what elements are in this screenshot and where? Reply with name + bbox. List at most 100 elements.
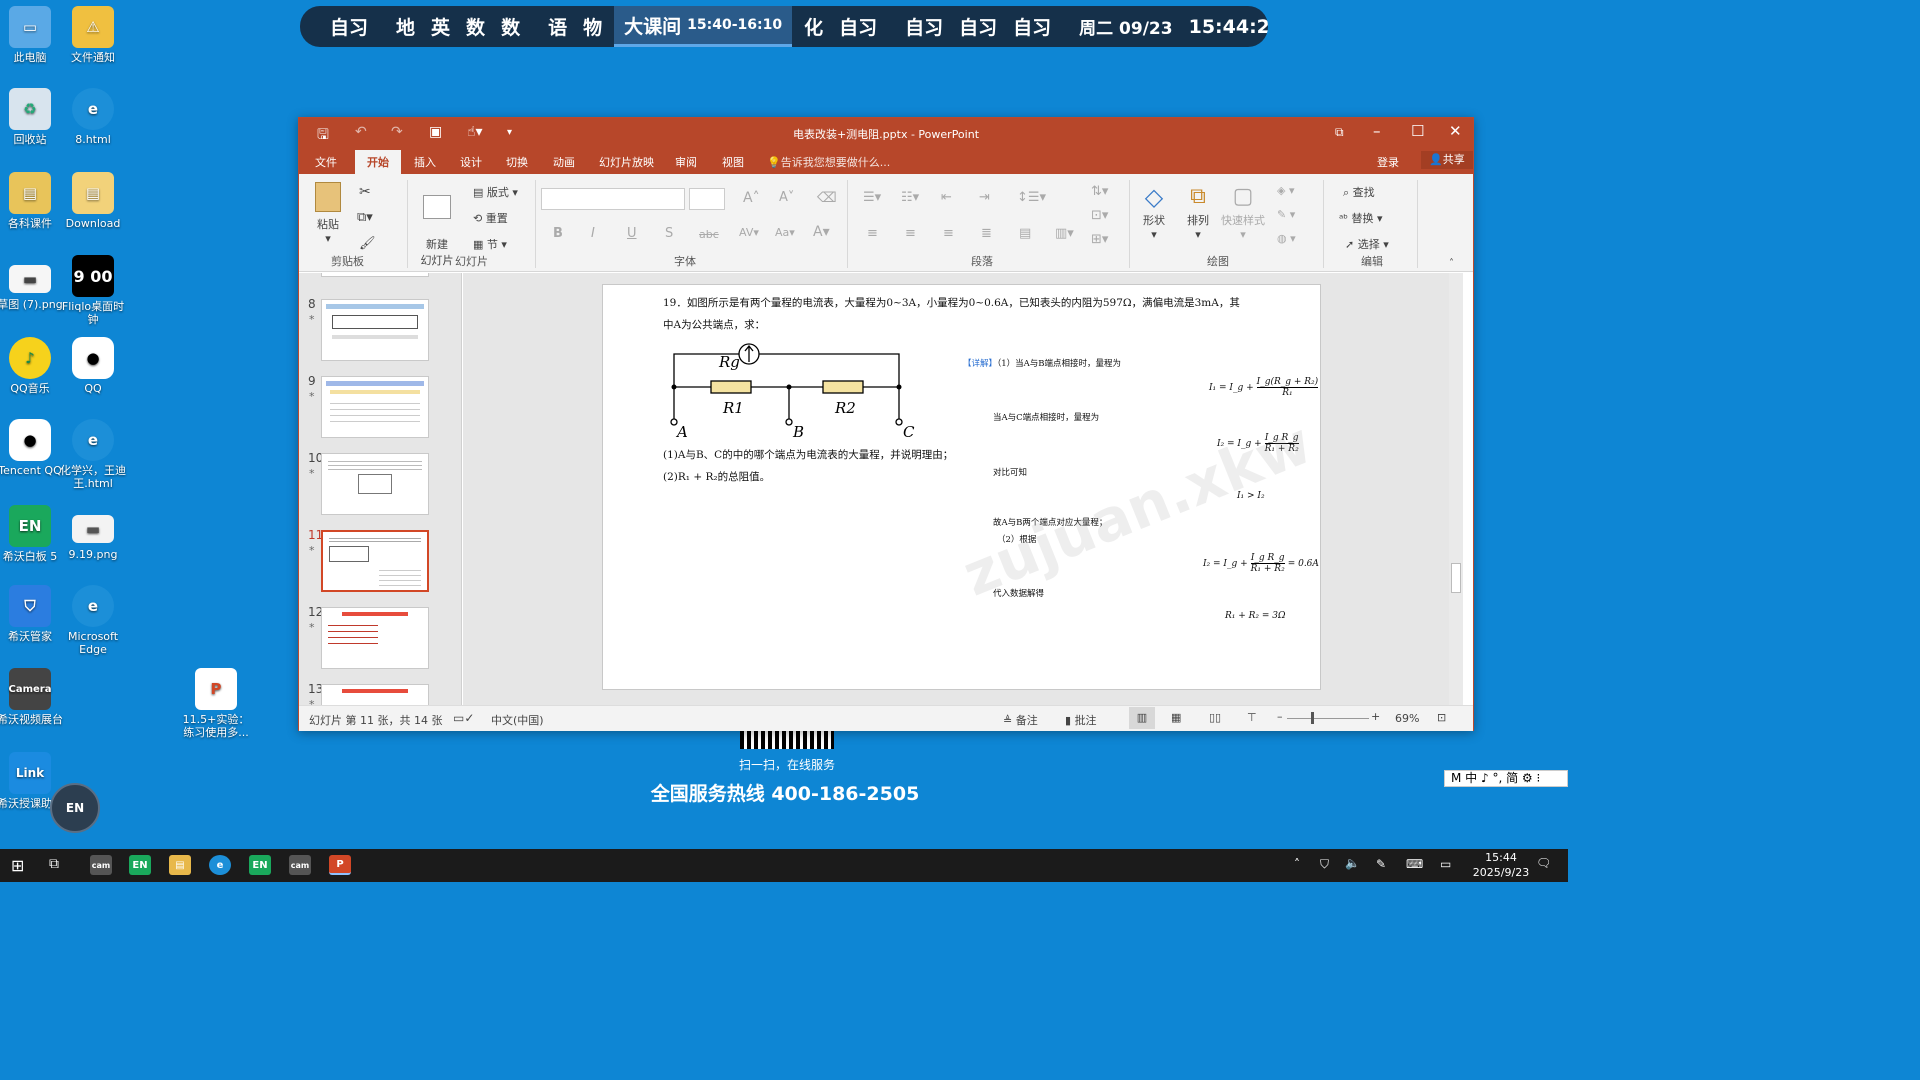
slide-thumbnail[interactable] <box>321 299 429 361</box>
comments-button[interactable]: ▮ 批注 <box>1065 712 1097 728</box>
shield-tray-icon[interactable]: ⛉ <box>1320 857 1329 872</box>
tab-insert[interactable]: 插入 <box>414 154 436 170</box>
underline-icon[interactable]: U <box>627 226 637 241</box>
notes-button[interactable]: ≜ 备注 <box>1003 712 1038 728</box>
shape-fill-icon[interactable]: ◈ ▾ <box>1277 184 1294 197</box>
tab-animations[interactable]: 动画 <box>553 154 575 170</box>
smartart-icon[interactable]: ⊞▾ <box>1091 232 1108 247</box>
login-link[interactable]: 登录 <box>1377 154 1399 170</box>
italic-icon[interactable]: I <box>591 226 595 241</box>
task-view-icon[interactable]: ⧉ <box>49 856 59 872</box>
tab-home[interactable]: 开始 <box>355 150 401 174</box>
font-size-input[interactable] <box>689 188 725 210</box>
format-painter-icon[interactable]: 🖌 <box>359 236 376 251</box>
zoom-level[interactable]: 69% <box>1395 712 1419 725</box>
fit-to-window-icon[interactable]: ⊡ <box>1437 711 1446 724</box>
shadow-icon[interactable]: S <box>665 226 673 241</box>
grow-font-icon[interactable]: A˄ <box>743 190 760 206</box>
zoom-in-icon[interactable]: + <box>1371 710 1380 723</box>
camera-app-icon[interactable]: cam <box>90 855 112 875</box>
section-button[interactable]: ▦ 节 ▾ <box>473 236 507 252</box>
camera-app-icon[interactable]: cam <box>289 855 311 875</box>
distribute-icon[interactable]: ▤ <box>1019 226 1031 241</box>
tab-design[interactable]: 设计 <box>460 154 482 170</box>
desktop-icon-8-html[interactable]: e 8.html <box>57 88 129 146</box>
reading-view-icon[interactable]: ▯▯ <box>1209 711 1221 724</box>
maximize-icon[interactable]: ☐ <box>1411 122 1424 140</box>
reset-button[interactable]: ⟲ 重置 <box>473 210 508 226</box>
file-explorer-icon[interactable]: ▤ <box>169 855 191 875</box>
quick-styles-button[interactable]: ▢ 快速样式 ▾ <box>1221 182 1265 241</box>
floating-en-button[interactable]: EN <box>50 783 100 833</box>
display-icon[interactable]: ▭ <box>1440 857 1451 871</box>
ime-toolbar[interactable]: M 中 ♪ °, 简 ⚙ ⁝ <box>1444 770 1568 787</box>
desktop-icon-practice-ppt[interactable]: P 11.5+实验：练习使用多... <box>180 668 252 739</box>
desktop-icon-qq[interactable]: ● QQ <box>57 337 129 395</box>
line-spacing-icon[interactable]: ↕☰▾ <box>1017 190 1046 205</box>
scrollbar-thumb[interactable] <box>1451 563 1461 593</box>
tab-file[interactable]: 文件 <box>315 154 337 170</box>
desktop-icon-camera[interactable]: Camera 希沃视频展台 <box>0 668 66 726</box>
strikethrough-icon[interactable]: abc <box>699 228 719 241</box>
desktop-icon-919-png[interactable]: ▬ 9.19.png <box>57 505 129 561</box>
powerpoint-taskbar-icon[interactable]: P <box>329 855 351 875</box>
shape-outline-icon[interactable]: ✎ ▾ <box>1277 208 1295 221</box>
columns-icon[interactable]: ▥▾ <box>1055 226 1074 241</box>
normal-view-icon[interactable]: ▥ <box>1129 707 1155 729</box>
slide-thumbnail[interactable] <box>321 684 429 705</box>
minimize-icon[interactable]: – <box>1373 122 1381 140</box>
layout-button[interactable]: ▤ 版式 ▾ <box>473 184 518 200</box>
font-color-icon[interactable]: A▾ <box>813 224 830 240</box>
desktop-icon-file-notice[interactable]: ⚠ 文件通知 <box>57 6 129 64</box>
justify-icon[interactable]: ≣ <box>981 226 992 241</box>
change-case-icon[interactable]: Aa▾ <box>775 226 795 239</box>
slide-thumbnail-selected[interactable] <box>321 530 429 592</box>
volume-icon[interactable]: 🔈 <box>1345 856 1360 870</box>
desktop-icon-fliqlo[interactable]: 9 00 Fliqlo桌面时钟 <box>57 255 129 326</box>
font-name-input[interactable] <box>541 188 685 210</box>
shape-effects-icon[interactable]: ◍ ▾ <box>1277 232 1296 245</box>
spell-check-icon[interactable]: ▭✓ <box>453 711 474 725</box>
chevron-up-icon[interactable]: ˄ <box>1294 857 1300 871</box>
edge-icon[interactable]: e <box>209 855 231 875</box>
shapes-button[interactable]: ◇ 形状 ▾ <box>1137 182 1171 241</box>
char-spacing-icon[interactable]: AV▾ <box>739 226 759 239</box>
replace-button[interactable]: ᵃᵇ 替换 ▾ <box>1339 210 1383 226</box>
tell-me-box[interactable]: 💡告诉我您想要做什么... <box>767 154 890 170</box>
desktop-icon-download[interactable]: ▤ Download <box>57 172 129 230</box>
slide-thumbnail[interactable] <box>321 273 429 277</box>
shrink-font-icon[interactable]: A˅ <box>779 190 794 205</box>
text-direction-icon[interactable]: ⇅▾ <box>1091 184 1108 199</box>
cut-icon[interactable]: ✂ <box>359 184 371 200</box>
align-left-icon[interactable]: ≡ <box>867 226 878 241</box>
slide-canvas[interactable]: 19．如图所示是有两个量程的电流表，大量程为0~3A，小量程为0~0.6A，已知… <box>602 284 1321 690</box>
new-slide-button[interactable]: 新建 幻灯片 <box>417 182 457 268</box>
slide-thumbnail[interactable] <box>321 453 429 515</box>
clear-format-icon[interactable]: ⌫ <box>817 190 837 206</box>
tab-slideshow[interactable]: 幻灯片放映 <box>599 154 654 170</box>
select-button[interactable]: ➚ 选择 ▾ <box>1345 236 1389 252</box>
share-button[interactable]: 👤共享 <box>1421 151 1473 169</box>
align-center-icon[interactable]: ≡ <box>905 226 916 241</box>
vertical-scrollbar[interactable] <box>1449 273 1463 705</box>
zoom-slider[interactable] <box>1287 718 1369 719</box>
desktop-icon-chem-html[interactable]: e 化学兴，王迪王.html <box>57 419 129 490</box>
bullets-icon[interactable]: ☰▾ <box>863 190 881 205</box>
copy-icon[interactable]: ⧉▾ <box>357 210 373 225</box>
increase-indent-icon[interactable]: ⇥ <box>979 190 990 205</box>
align-text-icon[interactable]: ⊡▾ <box>1091 208 1108 223</box>
close-icon[interactable]: ✕ <box>1449 122 1462 140</box>
align-right-icon[interactable]: ≡ <box>943 226 954 241</box>
slide-thumbnail[interactable] <box>321 376 429 438</box>
ribbon-display-icon[interactable]: ⧉ <box>1335 125 1344 140</box>
tab-transitions[interactable]: 切换 <box>506 154 528 170</box>
bold-icon[interactable]: B <box>553 226 563 241</box>
language-indicator[interactable]: 中文(中国) <box>491 712 544 728</box>
slide-thumbnail[interactable] <box>321 607 429 669</box>
numbering-icon[interactable]: ☷▾ <box>901 190 919 205</box>
find-button[interactable]: ⌕ 查找 <box>1343 184 1375 200</box>
taskbar-date[interactable]: 2025/9/23 <box>1466 866 1536 879</box>
paste-button[interactable]: 粘贴 ▾ <box>311 182 345 245</box>
notification-icon[interactable]: 🗨 <box>1536 856 1551 870</box>
keyboard-icon[interactable]: ⌨ <box>1406 857 1423 871</box>
